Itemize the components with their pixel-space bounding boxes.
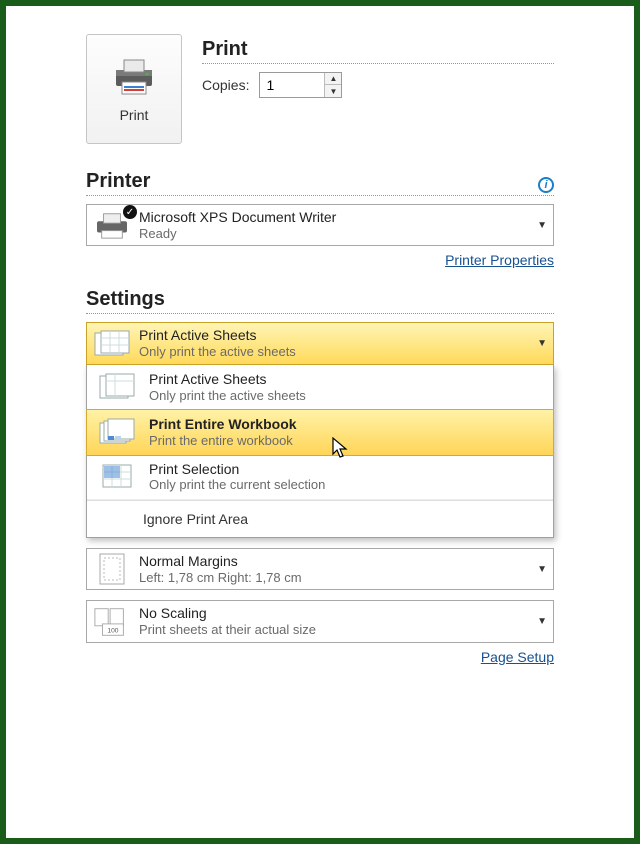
printer-properties-link[interactable]: Printer Properties [445, 252, 554, 268]
print-button-label: Print [120, 107, 149, 123]
option-title: Print Entire Workbook [149, 416, 297, 433]
chevron-down-icon: ▼ [537, 338, 547, 349]
print-button[interactable]: Print [86, 34, 182, 144]
option-print-selection[interactable]: Print Selection Only print the current s… [87, 455, 553, 500]
print-what-title: Print Active Sheets [139, 327, 296, 344]
chevron-down-icon: ▼ [537, 220, 547, 231]
copies-spinner-buttons: ▲ ▼ [324, 73, 341, 97]
scaling-selector[interactable]: 100 No Scaling Print sheets at their act… [86, 600, 554, 642]
printer-selector-text: Microsoft XPS Document Writer Ready [139, 209, 336, 241]
option-title: Print Active Sheets [149, 371, 306, 388]
scaling-icon: 100 [93, 606, 131, 638]
sheets-icon [93, 328, 131, 360]
printer-section: Printer i ✓ Microsoft XPS Document Write… [86, 170, 554, 268]
print-top-row: Print Print Copies: ▲ ▼ [86, 34, 554, 144]
option-ignore-print-area[interactable]: Ignore Print Area [87, 500, 553, 537]
print-what-dropdown: Print Active Sheets Only print the activ… [86, 365, 554, 538]
margins-selector[interactable]: Normal Margins Left: 1,78 cm Right: 1,78… [86, 548, 554, 590]
option-sub: Only print the active sheets [149, 388, 306, 404]
margins-icon [93, 553, 131, 585]
printer-device-icon: ✓ [93, 209, 131, 241]
chevron-down-icon: ▼ [537, 564, 547, 575]
page-setup-link[interactable]: Page Setup [481, 649, 554, 665]
scaling-sub: Print sheets at their actual size [139, 622, 316, 638]
copies-row: Copies: ▲ ▼ [202, 72, 554, 98]
printer-ready-check-icon: ✓ [123, 205, 137, 219]
copies-input[interactable] [260, 74, 324, 96]
print-backstage-panel: Print Print Copies: ▲ ▼ Printer i [0, 0, 640, 844]
print-what-sub: Only print the active sheets [139, 344, 296, 360]
selection-icon [95, 461, 139, 493]
print-header-area: Print Copies: ▲ ▼ [202, 34, 554, 144]
printer-name: Microsoft XPS Document Writer [139, 209, 336, 226]
option-sub: Print the entire workbook [149, 433, 297, 449]
print-title: Print [202, 38, 554, 64]
settings-section: Settings Print Active Sheets Only print … [86, 288, 554, 664]
scaling-title: No Scaling [139, 605, 316, 622]
option-title: Print Selection [149, 461, 325, 478]
margins-sub: Left: 1,78 cm Right: 1,78 cm [139, 570, 302, 586]
option-print-active-sheets[interactable]: Print Active Sheets Only print the activ… [87, 365, 553, 410]
printer-selector[interactable]: ✓ Microsoft XPS Document Writer Ready ▼ [86, 204, 554, 246]
printer-status: Ready [139, 226, 336, 242]
printer-section-title: Printer [86, 170, 150, 193]
printer-section-header: Printer i [86, 170, 554, 196]
chevron-down-icon: ▼ [537, 616, 547, 627]
copies-down-button[interactable]: ▼ [325, 85, 341, 97]
workbook-icon [95, 416, 139, 448]
copies-label: Copies: [202, 77, 249, 93]
copies-spinner[interactable]: ▲ ▼ [259, 72, 342, 98]
margins-title: Normal Margins [139, 553, 302, 570]
option-sub: Only print the current selection [149, 477, 325, 493]
option-print-entire-workbook[interactable]: Print Entire Workbook Print the entire w… [86, 409, 554, 455]
info-icon[interactable]: i [538, 177, 554, 193]
print-what-selector[interactable]: Print Active Sheets Only print the activ… [86, 322, 554, 364]
sheets-icon [95, 371, 139, 403]
printer-icon [110, 56, 158, 99]
copies-up-button[interactable]: ▲ [325, 73, 341, 85]
settings-section-title: Settings [86, 288, 165, 311]
svg-text:100: 100 [107, 627, 118, 634]
